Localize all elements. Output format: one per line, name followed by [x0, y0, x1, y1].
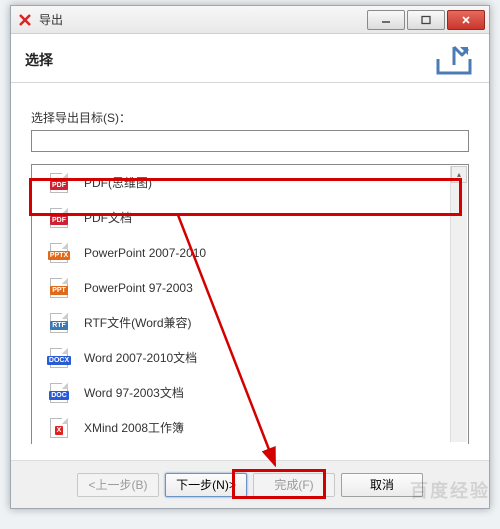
list-item-label: Word 2007-2010文档 [84, 349, 197, 366]
finish-button: 完成(F) [253, 473, 335, 497]
file-type-icon: DOCX [48, 348, 70, 368]
close-button[interactable] [447, 10, 485, 30]
list-item[interactable]: DOCX Word 2007-2010文档 [32, 340, 468, 375]
list-item[interactable]: RTF RTF文件(Word兼容) [32, 305, 468, 340]
list-item-label: PDF文档 [84, 209, 132, 226]
list-item[interactable]: X XMind 2008工作簿 [32, 410, 468, 445]
file-type-icon: X [48, 418, 70, 438]
list-item-label: RTF文件(Word兼容) [84, 314, 192, 331]
minimize-button[interactable] [367, 10, 405, 30]
list-item-label: PowerPoint 2007-2010 [84, 246, 206, 260]
file-type-icon: PPT [48, 278, 70, 298]
list-item-label: PDF(思维图) [84, 174, 152, 191]
file-type-icon: DOC [48, 383, 70, 403]
list-item[interactable]: PPTX PowerPoint 2007-2010 [32, 235, 468, 270]
scrollbar[interactable]: ▴ [450, 166, 467, 442]
list-item[interactable]: PDF PDF(思维图) [32, 165, 468, 200]
scroll-up-button[interactable]: ▴ [451, 166, 467, 183]
dialog-content: 选择导出目标(S)： PDFPDF(思维图)PDFPDF文档PPTXPowerP… [11, 83, 489, 452]
list-item[interactable]: DOC Word 97-2003文档 [32, 375, 468, 410]
target-label: 选择导出目标(S)： [31, 109, 469, 126]
titlebar: 导出 [11, 6, 489, 34]
file-type-icon: RTF [48, 313, 70, 333]
export-icon [433, 42, 475, 78]
target-input[interactable] [31, 130, 469, 152]
back-button: <上一步(B) [77, 473, 159, 497]
list-item-label: PowerPoint 97-2003 [84, 281, 193, 295]
file-type-icon: PDF [48, 173, 70, 193]
maximize-button[interactable] [407, 10, 445, 30]
window-title: 导出 [39, 11, 63, 28]
file-type-icon: PDF [48, 208, 70, 228]
cancel-button[interactable]: 取消 [341, 473, 423, 497]
dialog-header: 选择 [11, 34, 489, 83]
app-icon [17, 12, 33, 28]
file-type-icon: PPTX [48, 243, 70, 263]
list-item[interactable]: PPT PowerPoint 97-2003 [32, 270, 468, 305]
dialog-window: 导出 选择 选择导出目标(S)： PDFPDF(思维图)PDFPDF文档PPTX… [10, 5, 490, 509]
page-title: 选择 [25, 50, 433, 70]
list-item[interactable]: PDF PDF文档 [32, 200, 468, 235]
list-item-label: Word 97-2003文档 [84, 384, 184, 401]
export-targets-list: PDFPDF(思维图)PDFPDF文档PPTXPowerPoint 2007-2… [31, 164, 469, 444]
next-button[interactable]: 下一步(N)> [165, 473, 247, 497]
dialog-footer: <上一步(B) 下一步(N)> 完成(F) 取消 [11, 460, 489, 508]
list-item-label: XMind 2008工作簿 [84, 419, 184, 436]
